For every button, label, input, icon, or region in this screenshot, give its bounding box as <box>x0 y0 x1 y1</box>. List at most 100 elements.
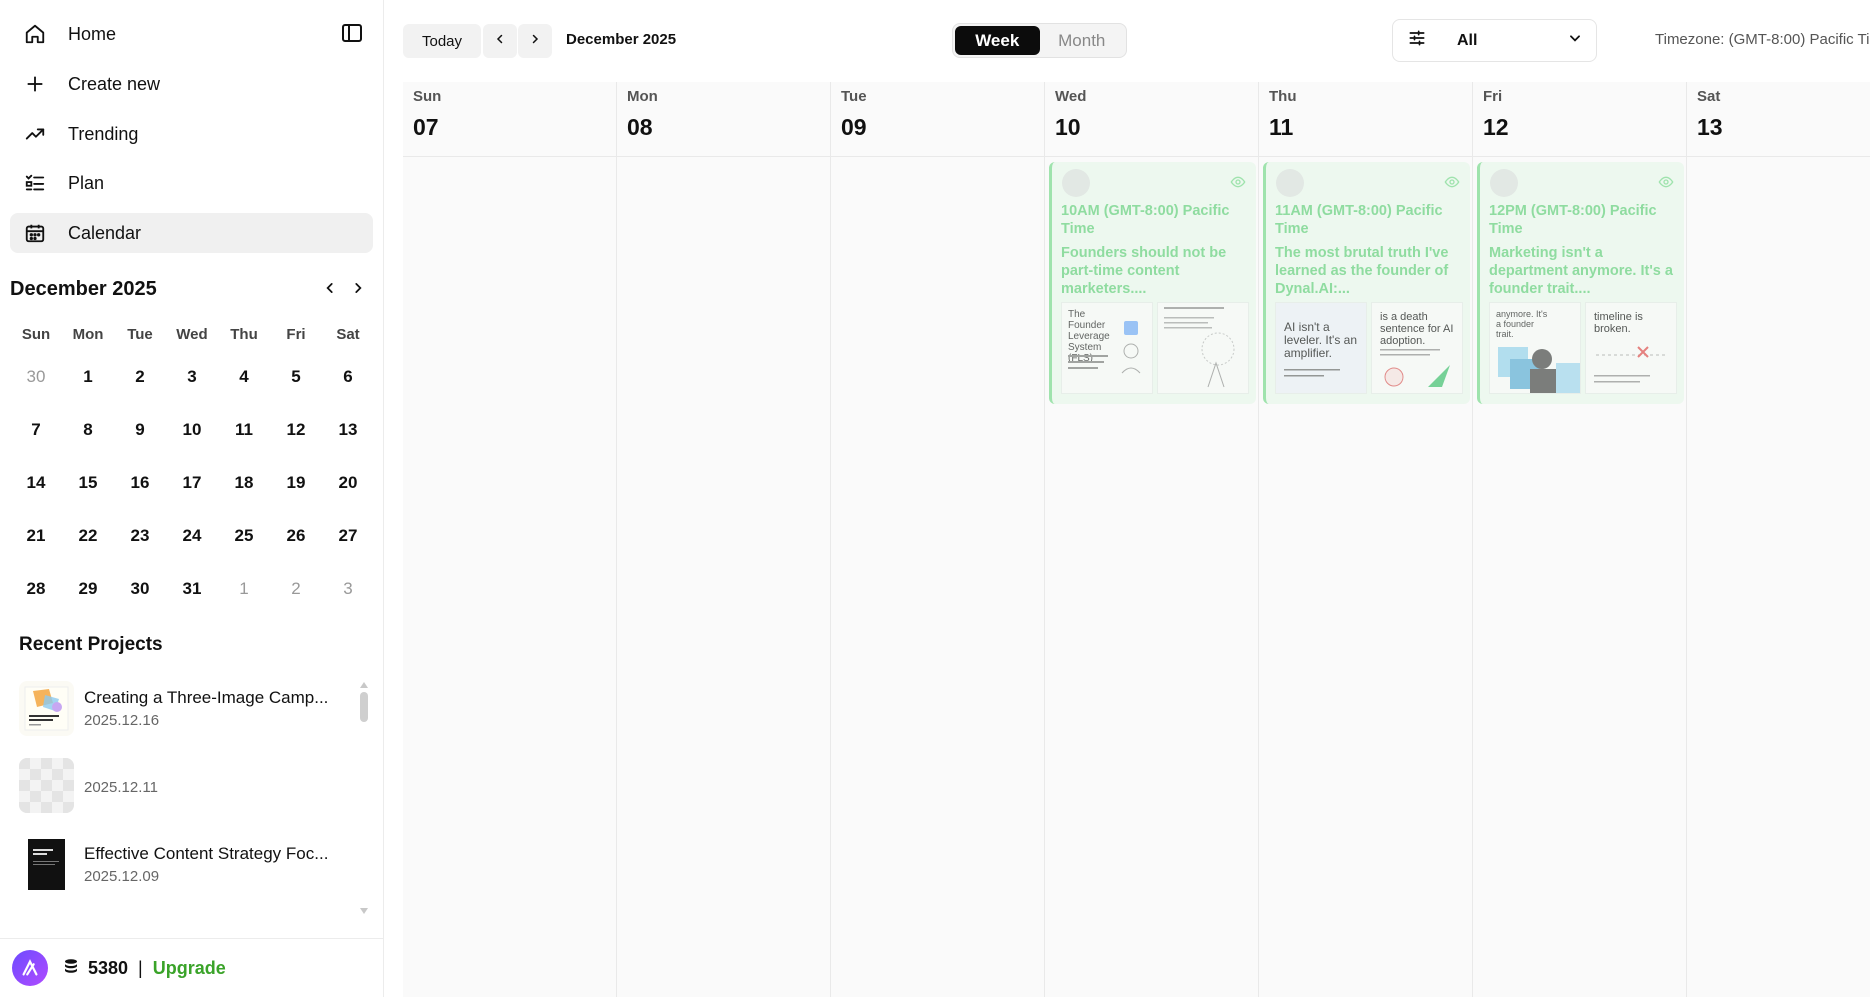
sidebar-toggle-button[interactable] <box>337 20 367 50</box>
mini-day[interactable]: 3 <box>166 350 218 403</box>
prev-week-button[interactable] <box>483 24 517 58</box>
chevron-left-icon <box>323 281 337 300</box>
post-images: anymore. It's a founder trait. timeline … <box>1489 302 1677 394</box>
day-column[interactable]: Sun 07 <box>403 82 617 997</box>
post-image: anymore. It's a founder trait. <box>1489 302 1581 394</box>
post-time: 10AM (GMT-8:00) Pacific Time <box>1061 203 1230 237</box>
today-button[interactable]: Today <box>403 24 481 58</box>
scroll-down-icon[interactable] <box>359 902 369 920</box>
day-header: Wed 10 <box>1045 82 1258 157</box>
mini-day[interactable]: 4 <box>218 350 270 403</box>
nav-plan[interactable]: Plan <box>10 163 373 203</box>
nav-create-new[interactable]: Create new <box>10 64 373 104</box>
mini-day[interactable]: 19 <box>270 456 322 509</box>
credit-balance: 5380 <box>88 957 129 978</box>
mini-day[interactable]: 7 <box>10 403 62 456</box>
mini-weekday: Wed <box>176 325 208 343</box>
mini-day[interactable]: 2 <box>114 350 166 403</box>
eye-icon[interactable] <box>1658 174 1674 195</box>
post-time: 11AM (GMT-8:00) Pacific Time <box>1275 203 1443 237</box>
eye-icon[interactable] <box>1444 174 1460 195</box>
mini-day[interactable]: 3 <box>322 562 374 615</box>
day-number: 10 <box>1055 114 1081 140</box>
mini-day[interactable]: 16 <box>114 456 166 509</box>
post-images: AI isn't a leveler. It's an amplifier. i… <box>1275 302 1463 394</box>
mini-calendar-next-button[interactable] <box>346 278 370 302</box>
mini-day[interactable]: 9 <box>114 403 166 456</box>
nav-trending[interactable]: Trending <box>10 114 373 154</box>
recent-project-item[interactable]: Creating a Three-Image Camp... 2025.12.1… <box>19 678 359 738</box>
nav-home[interactable]: Home <box>10 14 373 54</box>
mini-day[interactable]: 1 <box>62 350 114 403</box>
mini-weekday: Sat <box>336 325 360 343</box>
mini-weekday: Tue <box>127 325 153 343</box>
post-image: The Founder Leverage System (FLS) <box>1061 302 1153 394</box>
mini-day[interactable]: 21 <box>10 509 62 562</box>
mini-day[interactable]: 18 <box>218 456 270 509</box>
recent-projects-title: Recent Projects <box>19 634 163 655</box>
post-image: AI isn't a leveler. It's an amplifier. <box>1275 302 1367 394</box>
mini-day[interactable]: 28 <box>10 562 62 615</box>
scheduled-post-card[interactable]: 10AM (GMT-8:00) Pacific Time Founders sh… <box>1049 162 1256 404</box>
mini-day[interactable]: 15 <box>62 456 114 509</box>
mini-day[interactable]: 31 <box>166 562 218 615</box>
day-header: Thu 11 <box>1259 82 1472 157</box>
mini-day[interactable]: 22 <box>62 509 114 562</box>
scheduled-post-card[interactable]: 12PM (GMT-8:00) Pacific Time Marketing i… <box>1477 162 1684 404</box>
mini-day[interactable]: 2 <box>270 562 322 615</box>
mini-day[interactable]: 14 <box>10 456 62 509</box>
mini-day[interactable]: 30 <box>114 562 166 615</box>
mini-day[interactable]: 1 <box>218 562 270 615</box>
day-column[interactable]: Wed 10 10AM (GMT-8:00) Pacific Time Foun… <box>1045 82 1259 997</box>
mini-day[interactable]: 5 <box>270 350 322 403</box>
month-view-button[interactable]: Month <box>1040 26 1125 55</box>
day-number: 12 <box>1483 114 1509 140</box>
scheduled-post-card[interactable]: 11AM (GMT-8:00) Pacific Time The most br… <box>1263 162 1470 404</box>
day-header: Fri 12 <box>1473 82 1686 157</box>
recent-project-item[interactable]: Effective Content Strategy Foc... 2025.1… <box>19 834 359 894</box>
mini-day[interactable]: 6 <box>322 350 374 403</box>
mini-day[interactable]: 13 <box>322 403 374 456</box>
project-thumbnail-placeholder <box>19 757 74 813</box>
day-header: Mon 08 <box>617 82 830 157</box>
recent-project-item[interactable]: 2025.12.11 <box>19 755 359 815</box>
filter-select[interactable]: All <box>1392 19 1597 62</box>
mini-day[interactable]: 25 <box>218 509 270 562</box>
week-grid: Sun 07 Mon 08 Tue 09 Wed 10 10AM (GMT-8:… <box>403 82 1870 997</box>
day-column[interactable]: Fri 12 12PM (GMT-8:00) Pacific Time Mark… <box>1473 82 1687 997</box>
day-number: 09 <box>841 114 867 140</box>
mini-day[interactable]: 8 <box>62 403 114 456</box>
mini-day[interactable]: 10 <box>166 403 218 456</box>
day-column[interactable]: Mon 08 <box>617 82 831 997</box>
mini-calendar-prev-button[interactable] <box>318 278 342 302</box>
mini-day[interactable]: 23 <box>114 509 166 562</box>
week-view-button[interactable]: Week <box>955 26 1040 55</box>
day-of-week: Sat <box>1697 88 1721 105</box>
mini-day[interactable]: 30 <box>10 350 62 403</box>
day-column[interactable]: Sat 13 <box>1687 82 1870 997</box>
day-column[interactable]: Tue 09 <box>831 82 1045 997</box>
app-logo[interactable] <box>12 950 48 986</box>
post-time: 12PM (GMT-8:00) Pacific Time <box>1489 203 1657 237</box>
avatar <box>1490 169 1518 197</box>
mini-weekday: Fri <box>286 325 306 343</box>
coins-icon <box>62 957 80 980</box>
mini-day[interactable]: 27 <box>322 509 374 562</box>
mini-day[interactable]: 29 <box>62 562 114 615</box>
mini-day[interactable]: 12 <box>270 403 322 456</box>
mini-day[interactable]: 17 <box>166 456 218 509</box>
mini-day[interactable]: 11 <box>218 403 270 456</box>
eye-icon[interactable] <box>1230 174 1246 195</box>
mini-day[interactable]: 20 <box>322 456 374 509</box>
upgrade-link[interactable]: Upgrade <box>153 958 226 979</box>
recent-projects-scrollbar[interactable] <box>358 676 370 914</box>
timezone-label[interactable]: Timezone: (GMT-8:00) Pacific Time <box>1655 31 1870 48</box>
next-week-button[interactable] <box>518 24 552 58</box>
day-of-week: Wed <box>1055 88 1087 105</box>
day-column[interactable]: Thu 11 11AM (GMT-8:00) Pacific Time The … <box>1259 82 1473 997</box>
mini-day[interactable]: 24 <box>166 509 218 562</box>
mini-weekday: Sun <box>21 325 51 343</box>
nav-calendar[interactable]: Calendar <box>10 213 373 253</box>
mini-day[interactable]: 26 <box>270 509 322 562</box>
scrollbar-thumb[interactable] <box>360 692 368 722</box>
